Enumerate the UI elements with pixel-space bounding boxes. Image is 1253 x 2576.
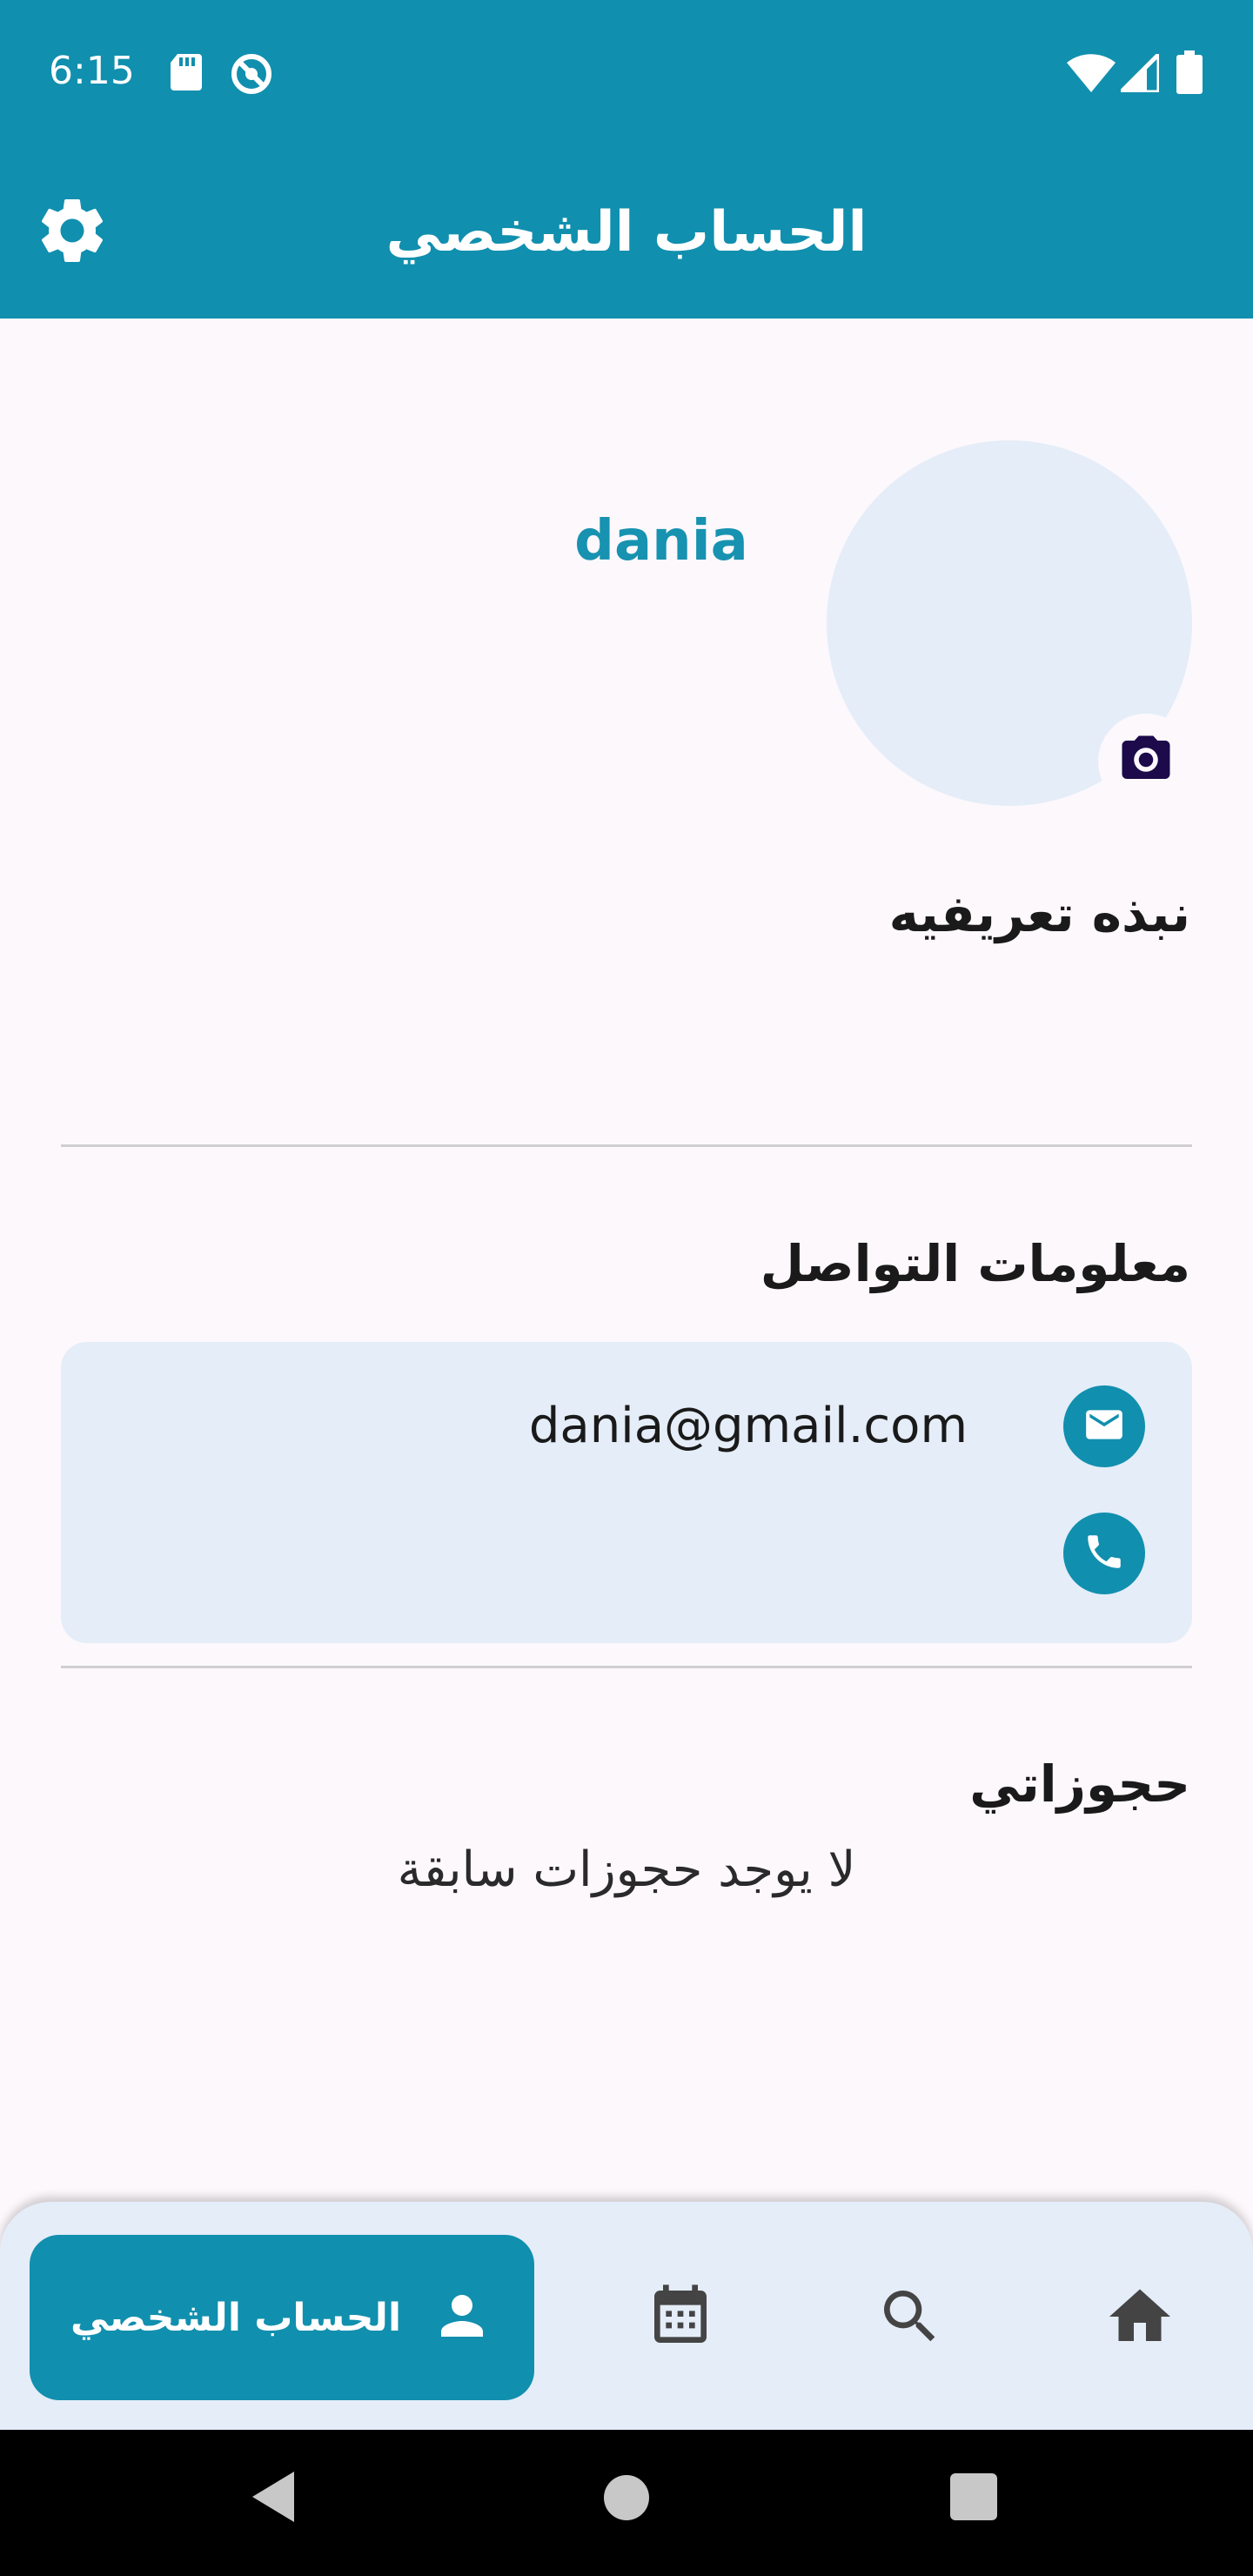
divider — [61, 1666, 1192, 1668]
battery-icon — [1176, 50, 1203, 97]
calendar-icon — [646, 2282, 715, 2355]
camera-icon — [1117, 731, 1175, 792]
recents-icon[interactable] — [948, 2472, 999, 2526]
status-time: 6:15 — [49, 49, 135, 93]
home-circle-icon[interactable] — [602, 2473, 651, 2526]
nav-item-profile[interactable]: الحساب الشخصي — [30, 2235, 534, 2400]
person-icon — [431, 2284, 493, 2351]
nav-item-home[interactable] — [1088, 2266, 1192, 2371]
app-bar: الحساب الشخصي — [0, 148, 1253, 319]
system-nav-bar — [0, 2430, 1253, 2576]
divider — [61, 1144, 1192, 1147]
bookings-empty-message: لا يوجد حجوزات سابقة — [397, 1841, 856, 1898]
bookings-title: حجوزاتي — [969, 1754, 1190, 1814]
back-icon[interactable] — [249, 2466, 301, 2531]
change-photo-button[interactable] — [1098, 714, 1194, 809]
nav-item-calendar[interactable] — [628, 2266, 733, 2371]
nav-item-search[interactable] — [858, 2266, 962, 2371]
page-title: الحساب الشخصي — [385, 200, 868, 265]
email-value: dania@gmail.com — [528, 1398, 968, 1454]
sd-card-icon — [169, 52, 204, 96]
bio-title: نبذه تعريفيه — [888, 884, 1190, 943]
contact-card: dania@gmail.com — [61, 1342, 1192, 1643]
signal-icon — [1115, 48, 1162, 96]
email-icon — [1082, 1403, 1126, 1450]
bottom-nav: الحساب الشخصي — [0, 2202, 1253, 2430]
search-icon — [875, 2282, 945, 2355]
nav-item-label: الحساب الشخصي — [70, 2295, 402, 2340]
phone-button[interactable] — [1063, 1513, 1145, 1594]
wifi-icon — [1067, 54, 1116, 96]
email-button[interactable] — [1063, 1385, 1145, 1467]
phone-icon — [1082, 1530, 1126, 1577]
username: dania — [574, 509, 748, 574]
contact-title: معلومات التواصل — [760, 1234, 1190, 1293]
home-icon — [1103, 2280, 1176, 2357]
sync-disabled-icon — [230, 52, 273, 99]
status-bar: 6:15 — [0, 0, 1253, 148]
